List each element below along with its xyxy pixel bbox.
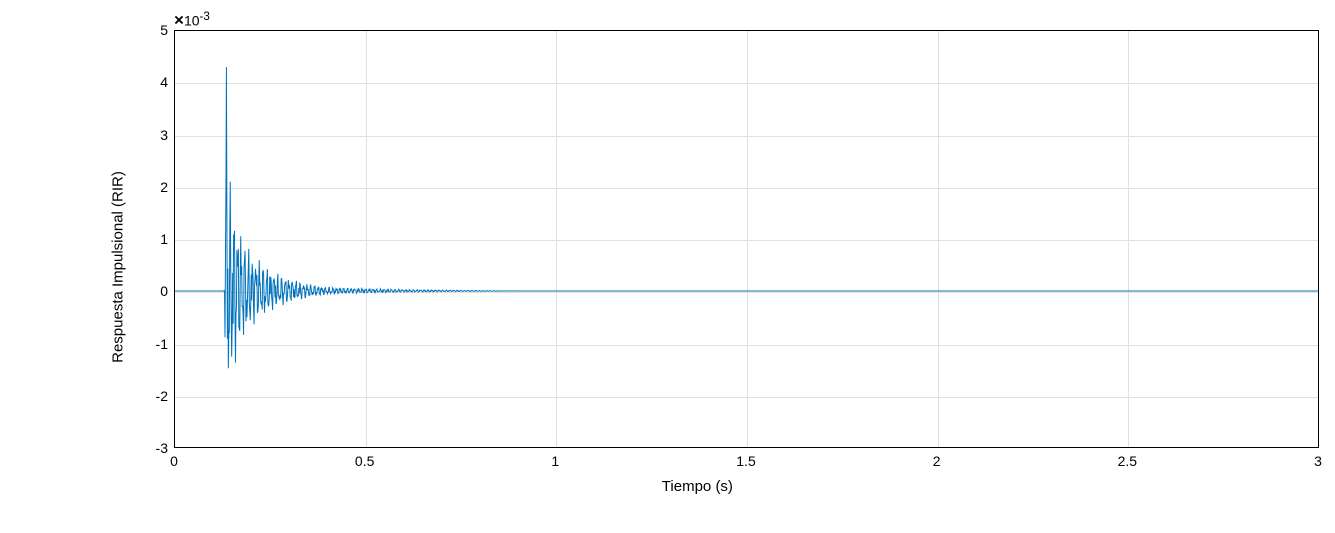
x-tick: 2.5 bbox=[1118, 453, 1137, 469]
y-axis-label: Respuesta Impulsional (RIR) bbox=[110, 171, 127, 363]
y-tick: 4 bbox=[128, 74, 168, 90]
y-tick: -2 bbox=[128, 388, 168, 404]
x-tick: 2 bbox=[933, 453, 941, 469]
y-tick: -3 bbox=[128, 440, 168, 456]
y-tick: 5 bbox=[128, 22, 168, 38]
x-tick: 1.5 bbox=[736, 453, 755, 469]
plot-area bbox=[174, 30, 1319, 448]
y-axis-exponent: ××1010-3 bbox=[174, 10, 210, 31]
x-tick: 0 bbox=[170, 453, 178, 469]
x-tick: 0.5 bbox=[355, 453, 374, 469]
chart-container: ××1010-3 0 0.5 1 1.5 2 2.5 3 -3 -2 -1 0 … bbox=[0, 0, 1335, 533]
x-axis-label: Tiempo (s) bbox=[662, 478, 733, 495]
impulse-response-line bbox=[175, 67, 1318, 368]
y-tick: 0 bbox=[128, 283, 168, 299]
y-tick: -1 bbox=[128, 336, 168, 352]
signal-svg bbox=[175, 31, 1318, 447]
mult-symbol: × bbox=[174, 11, 184, 30]
exp-sup: -3 bbox=[200, 10, 210, 23]
y-tick: 2 bbox=[128, 179, 168, 195]
y-tick: 3 bbox=[128, 127, 168, 143]
x-tick: 1 bbox=[551, 453, 559, 469]
x-tick: 3 bbox=[1314, 453, 1322, 469]
y-tick: 1 bbox=[128, 231, 168, 247]
